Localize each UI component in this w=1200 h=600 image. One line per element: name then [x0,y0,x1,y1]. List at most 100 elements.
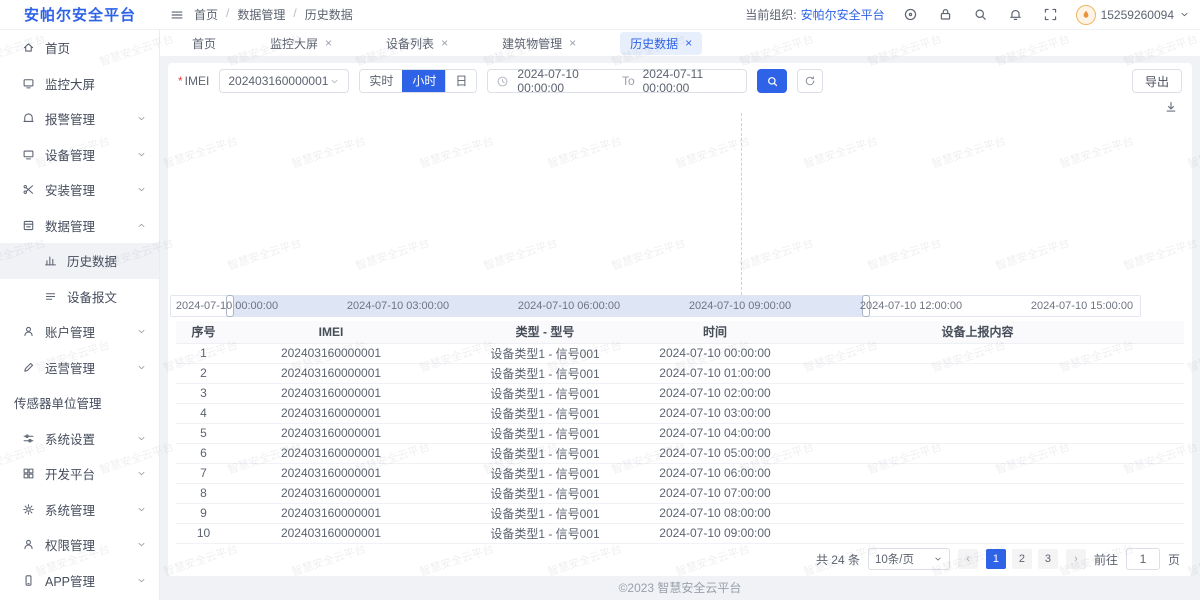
imei-select[interactable]: 202403160000001 [219,69,349,93]
table-header-row: 序号IMEI类型 - 型号时间设备上报内容 [176,321,1184,343]
chevron-down-icon [136,362,147,373]
prev-page-button[interactable]: ‹ [958,549,978,569]
goto-label: 前往 [1094,551,1118,568]
settings-icon [22,432,35,445]
table-cell: 设备类型1 - 信号001 [431,403,659,423]
app-icon [22,574,35,587]
download-icon[interactable] [1164,100,1178,117]
chevron-up-icon [136,220,147,231]
header-right: 当前组织: 安帕尔安全平台 15259260094 [745,5,1200,25]
user-menu[interactable]: 15259260094 [1076,5,1190,25]
sidebar-item-9[interactable]: 运营管理 [0,350,159,386]
table-cell: 6 [176,443,231,463]
page-button-3[interactable]: 3 [1038,549,1058,569]
sidebar-item-10[interactable]: 传感器单位管理 [0,385,159,421]
sidebar-item-6[interactable]: 历史数据 [0,243,159,279]
next-page-button[interactable]: › [1066,549,1086,569]
date-range-picker[interactable]: 2024-07-10 00:00:00 To 2024-07-11 00:00:… [487,69,747,93]
sidebar-item-1[interactable]: 监控大屏 [0,66,159,102]
sidebar-item-4[interactable]: 安装管理 [0,172,159,208]
page-size-select[interactable]: 10条/页 [868,548,950,570]
table-cell [771,423,1184,443]
search-button[interactable] [757,69,787,93]
system-icon [22,503,35,516]
footer-copyright: ©2023 智慧安全云平台 [160,579,1200,596]
history-icon [44,254,57,267]
operation-icon [22,361,35,374]
breadcrumb-items: 首页/数据管理/历史数据 [194,6,353,23]
tab-3[interactable]: 建筑物管理× [492,32,586,55]
sidebar-item-7[interactable]: 设备报文 [0,279,159,315]
table-cell: 3 [176,383,231,403]
table-cell [771,483,1184,503]
tab-label: 首页 [192,35,216,52]
goto-page-input[interactable] [1126,548,1160,570]
mode-option-日[interactable]: 日 [445,70,476,92]
username: 15259260094 [1101,8,1174,22]
sidebar-item-13[interactable]: 系统管理 [0,492,159,528]
close-icon[interactable]: × [325,36,332,50]
breadcrumb-item[interactable]: 首页 [194,6,218,23]
search-icon[interactable] [973,7,988,22]
close-icon[interactable]: × [569,36,576,50]
axis-tick-label: 2024-07-10 03:00:00 [347,300,449,312]
sidebar-item-5[interactable]: 数据管理 [0,208,159,244]
message-icon [44,290,57,303]
close-icon[interactable]: × [441,36,448,50]
current-org: 当前组织: 安帕尔安全平台 [745,6,884,23]
tab-1[interactable]: 监控大屏× [260,32,342,55]
table-cell: 2 [176,363,231,383]
sidebar-item-label: 安装管理 [45,180,126,199]
header-actions [903,7,1058,22]
sidebar-item-8[interactable]: 账户管理 [0,314,159,350]
sidebar-item-label: 传感器单位管理 [14,393,147,412]
axis-tick-label: 2024-07-10 15:00:00 [1031,300,1133,312]
table-row: 10202403160000001设备类型1 - 信号0012024-07-10… [176,523,1184,543]
sidebar-item-14[interactable]: 权限管理 [0,527,159,563]
alarm-icon [22,112,35,125]
mode-option-实时[interactable]: 实时 [360,70,402,92]
history-data-card: *IMEI 202403160000001 实时小时日 2024-07-10 0… [168,63,1192,576]
breadcrumb-item[interactable]: 历史数据 [305,6,353,23]
content-area: *IMEI 202403160000001 实时小时日 2024-07-10 0… [160,57,1200,600]
sidebar-item-15[interactable]: APP管理 [0,563,159,599]
tab-2[interactable]: 设备列表 × [376,32,458,55]
table-row: 2202403160000001设备类型1 - 信号0012024-07-10 … [176,363,1184,383]
org-label: 当前组织: [745,6,796,23]
table-cell [771,463,1184,483]
column-header: IMEI [231,321,431,343]
bell-icon[interactable] [1008,7,1023,22]
refresh-button[interactable] [797,69,823,93]
page-button-2[interactable]: 2 [1012,549,1032,569]
sidebar-item-12[interactable]: 开发平台 [0,456,159,492]
tab-0[interactable]: 首页 [182,32,226,55]
org-value[interactable]: 安帕尔安全平台 [801,6,885,23]
sidebar-item-2[interactable]: 报警管理 [0,101,159,137]
hamburger-icon[interactable] [170,8,184,22]
sidebar-item-3[interactable]: 设备管理 [0,137,159,173]
tab-4[interactable]: 历史数据× [620,32,702,55]
data-zoom-slider[interactable]: 2024-07-10 00:00:002024-07-10 03:00:0020… [170,295,1141,317]
table-cell: 202403160000001 [231,423,431,443]
fullscreen-icon[interactable] [1043,7,1058,22]
mode-option-小时[interactable]: 小时 [402,70,445,92]
table-row: 7202403160000001设备类型1 - 信号0012024-07-10 … [176,463,1184,483]
chevron-down-icon [136,113,147,124]
globe-icon[interactable] [903,7,918,22]
table-cell [771,403,1184,423]
column-header: 类型 - 型号 [431,321,659,343]
table-cell [771,443,1184,463]
lock-icon[interactable] [938,7,953,22]
tab-label: 设备列表 [386,35,434,52]
table-cell: 202403160000001 [231,383,431,403]
page-button-1[interactable]: 1 [986,549,1006,569]
close-icon[interactable]: × [685,36,692,50]
sidebar-item-label: 数据管理 [45,216,126,235]
export-button[interactable]: 导出 [1132,69,1182,93]
sidebar-item-11[interactable]: 系统设置 [0,421,159,457]
sidebar: 首页监控大屏报警管理设备管理安装管理数据管理历史数据设备报文账户管理运营管理传感… [0,30,160,600]
table-row: 4202403160000001设备类型1 - 信号0012024-07-10 … [176,403,1184,423]
breadcrumb-item[interactable]: 数据管理 [237,6,285,23]
sidebar-item-0[interactable]: 首页 [0,30,159,66]
table-cell: 设备类型1 - 信号001 [431,383,659,403]
